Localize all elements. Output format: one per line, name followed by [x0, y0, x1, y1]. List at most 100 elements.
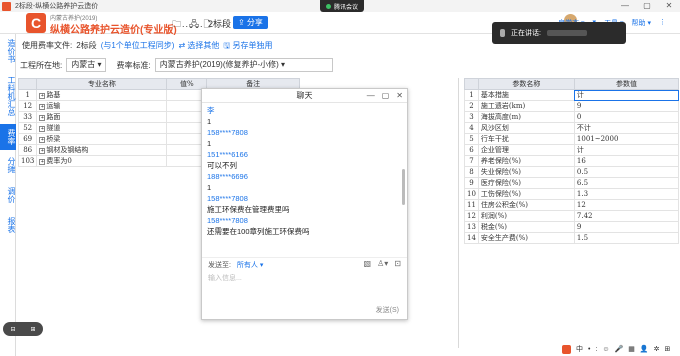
sync-link[interactable]: (与1个单位工程同步): [101, 40, 175, 54]
chat-message-list[interactable]: 李 1 158****7808 1 151****6166 可以不列 188**…: [207, 105, 399, 257]
table-row[interactable]: 5 行车干扰 1001~2000: [464, 133, 680, 145]
meeting-label: 腾讯会议: [334, 4, 359, 11]
chat-input[interactable]: 输入信息...: [208, 273, 242, 283]
param-value[interactable]: 计: [573, 144, 680, 156]
file-toolbar-icons[interactable]: 🗀..🖧.🗋: [172, 17, 212, 33]
panel-splitter[interactable]: [458, 78, 459, 348]
row-index: 8: [464, 166, 479, 178]
settings-icon[interactable]: ✲: [654, 345, 660, 353]
table-row[interactable]: 6 企业管理计: [464, 144, 680, 156]
keyboard-icon[interactable]: ▦: [628, 345, 635, 353]
sidebar-item-price-adjust[interactable]: 调价: [0, 180, 16, 210]
sidebar-item-allocation[interactable]: 分摊: [0, 150, 16, 180]
param-name: 海拔高度(m): [477, 111, 575, 123]
row-index: 12: [464, 210, 479, 222]
file-icon[interactable]: ⊡: [394, 259, 401, 268]
microphone-icon[interactable]: 🎤: [615, 345, 624, 353]
ime-chinese-icon[interactable]: 中: [576, 344, 583, 354]
sidebar-item-reports[interactable]: 报表: [0, 210, 16, 240]
chat-maximize-button[interactable]: ▢: [382, 89, 390, 103]
expand-icon[interactable]: +: [39, 104, 46, 110]
param-value[interactable]: 不计: [573, 122, 680, 134]
table-row[interactable]: 12 利润(%) 7.42: [464, 210, 680, 222]
param-value[interactable]: 6.5: [573, 177, 680, 189]
expand-icon[interactable]: +: [39, 159, 46, 165]
param-name: 安全生产费(%): [477, 232, 575, 244]
param-value[interactable]: 计: [573, 89, 680, 101]
param-value[interactable]: 1001~2000: [573, 133, 680, 145]
location-select[interactable]: 内蒙古 ▾: [66, 58, 107, 72]
row-name-cell[interactable]: + 钢材及钢结构: [36, 144, 168, 156]
expand-icon[interactable]: +: [39, 126, 46, 132]
punctuation-icon[interactable]: •: [588, 346, 590, 353]
chat-title-bar[interactable]: 聊天 — ▢ ✕: [202, 89, 407, 103]
table-row[interactable]: 4 风沙区划 不计: [464, 122, 680, 134]
zoom-in-icon[interactable]: ⊞: [30, 326, 35, 333]
chat-scrollbar[interactable]: [402, 169, 405, 205]
standard-select[interactable]: 内蒙古养护(2019)(修复养护-小修) ▾: [154, 58, 333, 72]
row-name-cell[interactable]: + 隧道: [36, 122, 168, 134]
window-titlebar: 2标段-纵横公路养护云造价 腾讯会议 — ▢ ✕: [0, 0, 680, 12]
param-name: 养老保险(%): [477, 155, 575, 167]
expand-icon[interactable]: +: [39, 115, 46, 121]
chat-minimize-button[interactable]: —: [367, 89, 375, 103]
expand-icon[interactable]: +: [39, 93, 46, 99]
minimize-button[interactable]: —: [614, 0, 636, 12]
zoom-out-icon[interactable]: ⊟: [10, 326, 15, 333]
parameter-table: 参数名称 参数值 1 基本措施计 2 施工遗岩(km) 9 3 海拔高度(m) 0 4 风沙…: [464, 78, 680, 244]
meeting-indicator[interactable]: 腾讯会议: [320, 0, 365, 12]
expand-icon[interactable]: +: [39, 137, 46, 143]
chat-window[interactable]: 聊天 — ▢ ✕ 李 1 158****7808 1 151****6166 可…: [201, 88, 408, 320]
speaker-name-hidden: [546, 30, 587, 36]
param-value[interactable]: 9: [573, 221, 680, 233]
row-name-cell[interactable]: + 费率为0: [36, 155, 168, 167]
user-icon[interactable]: 👤: [640, 345, 649, 353]
table-row[interactable]: 2 施工遗岩(km) 9: [464, 100, 680, 112]
row-name-cell[interactable]: + 运输: [36, 100, 168, 112]
table-row[interactable]: 3 海拔高度(m) 0: [464, 111, 680, 123]
close-button[interactable]: ✕: [658, 0, 680, 12]
image-icon[interactable]: ▧: [364, 259, 372, 268]
param-value[interactable]: 1.5: [573, 232, 680, 244]
chat-close-button[interactable]: ✕: [396, 89, 403, 103]
recipient-select[interactable]: 所有人 ▾: [237, 262, 263, 269]
select-other-link[interactable]: ⇄ 选择其他: [178, 40, 219, 54]
param-value[interactable]: 0: [573, 111, 680, 123]
sidebar-item-material-summary[interactable]: 工料机汇总: [0, 68, 16, 124]
maximize-button[interactable]: ▢: [636, 0, 658, 12]
row-name-cell[interactable]: + 桥梁: [36, 133, 168, 145]
colon-icon[interactable]: :: [595, 346, 597, 353]
sidebar-item-cost-book[interactable]: 造价书: [0, 34, 16, 68]
emoji-icon[interactable]: ☺: [602, 346, 609, 353]
table-row[interactable]: 11 住房公积金(%) 12: [464, 199, 680, 211]
param-value[interactable]: 1.3: [573, 188, 680, 200]
grid-icon[interactable]: ⊞: [665, 345, 671, 353]
table-row[interactable]: 9 医疗保险(%) 6.5: [464, 177, 680, 189]
row-index: 33: [17, 111, 38, 123]
sidebar-item-rates[interactable]: 费率: [0, 124, 16, 150]
table-row[interactable]: 13 税金(%) 9: [464, 221, 680, 233]
table-row[interactable]: 8 失业保险(%) 0.5: [464, 166, 680, 178]
row-name-cell[interactable]: + 路面: [36, 111, 168, 123]
table-row[interactable]: 14 安全生产费(%) 1.5: [464, 232, 680, 244]
more-icon[interactable]: ⋮: [659, 18, 666, 28]
expand-icon[interactable]: +: [39, 148, 46, 154]
share-button[interactable]: ⇪ 分享: [233, 16, 268, 29]
table-row[interactable]: 1 基本措施计: [464, 89, 680, 101]
rate-file-bar: 使用费率文件: 2标段 (与1个单位工程同步) ⇄ 选择其他 🖫 另存单独用: [22, 40, 272, 54]
table-row[interactable]: 10 工伤保险(%) 1.3: [464, 188, 680, 200]
param-value[interactable]: 0.5: [573, 166, 680, 178]
input-method-logo-icon[interactable]: [562, 344, 571, 354]
param-value[interactable]: 7.42: [573, 210, 680, 222]
param-value[interactable]: 16: [573, 155, 680, 167]
param-value[interactable]: 12: [573, 199, 680, 211]
mention-icon[interactable]: ♙▾: [377, 259, 388, 268]
save-separately-link[interactable]: 🖫 另存单独用: [223, 40, 272, 54]
row-name-cell[interactable]: + 路基: [36, 89, 168, 101]
menu-item-help[interactable]: 帮助 ▾: [632, 18, 651, 28]
zoom-widget[interactable]: ⊟ ⊞: [3, 322, 43, 336]
table-row[interactable]: 7 养老保险(%) 16: [464, 155, 680, 167]
send-button[interactable]: 发送(S): [376, 305, 399, 315]
param-value[interactable]: 9: [573, 100, 680, 112]
param-name: 企业管理: [477, 144, 575, 156]
